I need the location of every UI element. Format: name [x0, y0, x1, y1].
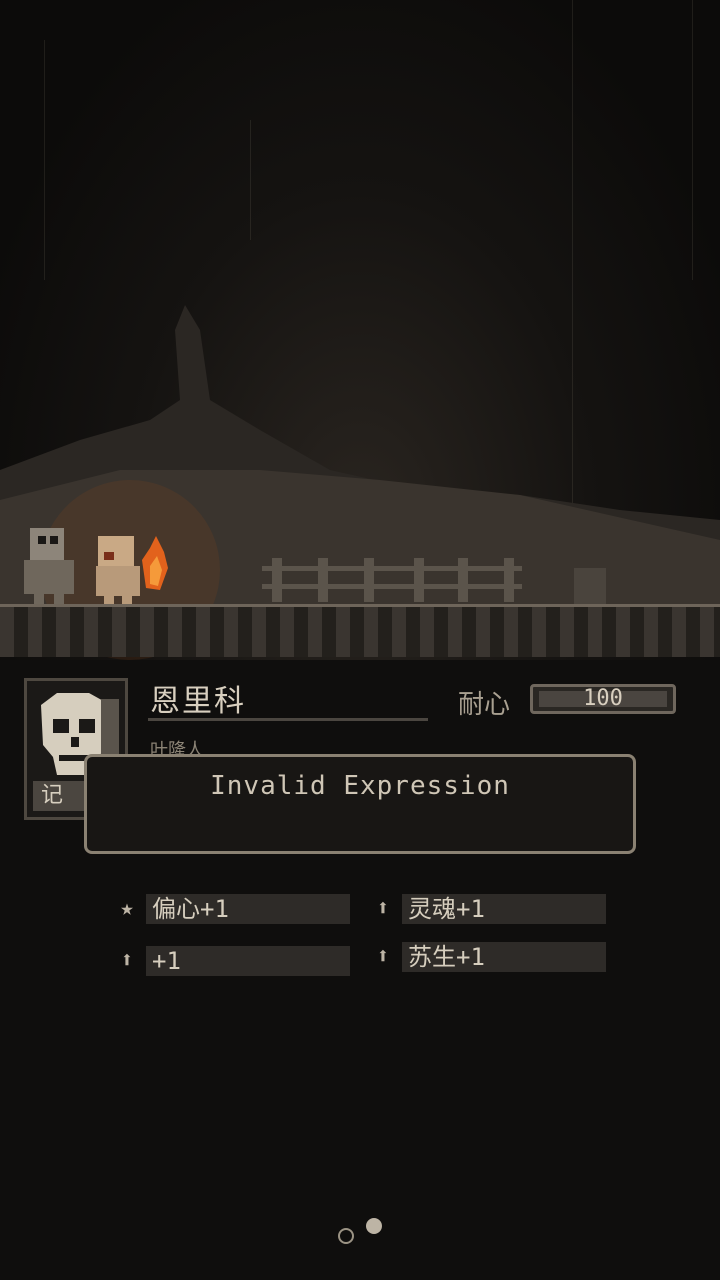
- arrow-up-icon: ⬆: [376, 944, 390, 969]
- error-dialog[interactable]: Invalid Expression: [84, 754, 636, 854]
- arrow-up-icon: ⬆: [376, 896, 390, 921]
- game-scene: [0, 0, 720, 660]
- page-indicator: [0, 1216, 720, 1246]
- character-name: 恩里科: [150, 684, 246, 719]
- name-divider: [148, 718, 428, 721]
- background-landscape: [0, 305, 720, 660]
- patience-value: 100: [583, 686, 623, 711]
- cobblestone-ground: [0, 604, 720, 657]
- trait-item: +1: [146, 946, 350, 976]
- trait-item: 灵魂+1: [402, 894, 606, 924]
- patience-label: 耐心: [458, 690, 511, 720]
- trait-item: 苏生+1: [402, 942, 606, 972]
- arrow-up-icon: ⬆: [120, 948, 134, 973]
- page-dot[interactable]: [338, 1228, 354, 1244]
- page-dot-active[interactable]: [366, 1218, 382, 1234]
- dialog-message: Invalid Expression: [210, 771, 510, 801]
- patience-bar: 100: [530, 684, 676, 714]
- star-icon: ★: [120, 896, 134, 921]
- barrel: [574, 568, 606, 604]
- trait-item: 偏心+1: [146, 894, 350, 924]
